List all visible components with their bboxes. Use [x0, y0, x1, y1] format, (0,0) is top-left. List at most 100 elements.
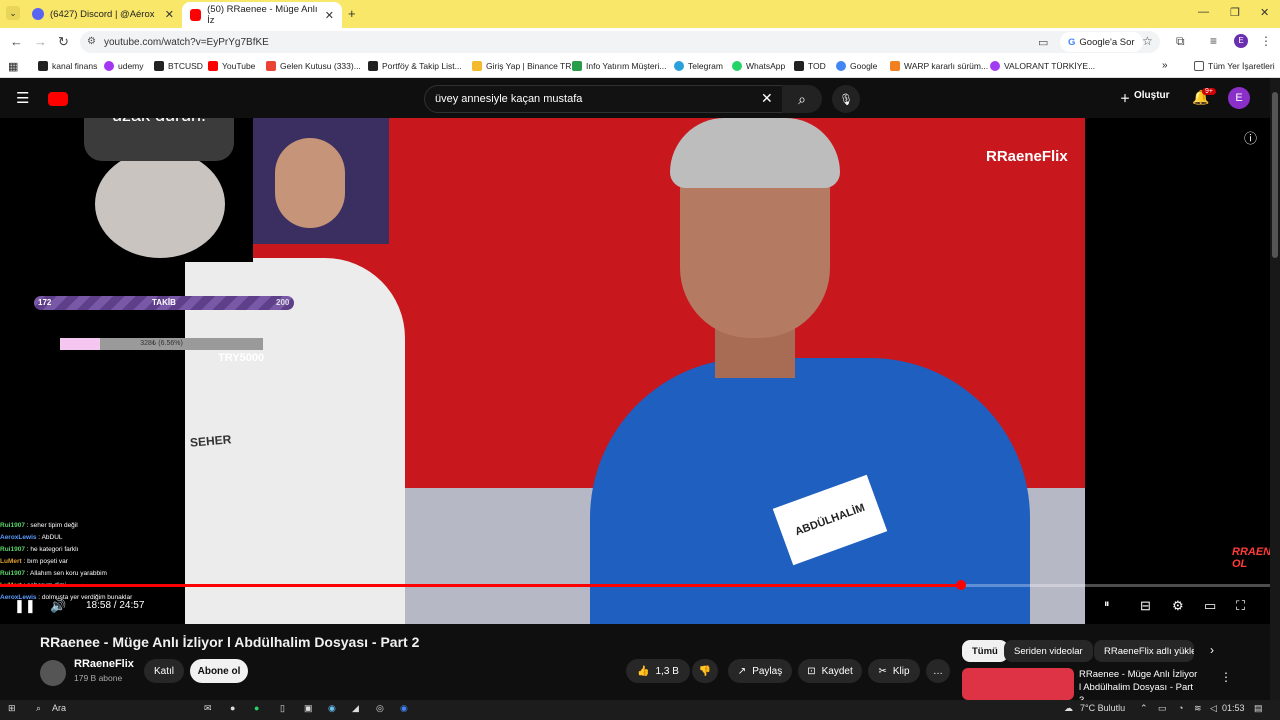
clip-button[interactable]: ✂ Klip	[868, 659, 920, 683]
new-tab-icon[interactable]: +	[348, 6, 356, 21]
whatsapp-icon[interactable]: ●	[254, 703, 259, 713]
channel-avatar[interactable]	[40, 660, 66, 686]
save-button[interactable]: ⊡ Kaydet	[798, 659, 862, 683]
bookmark-icon	[104, 61, 114, 71]
restore-icon[interactable]: ❐	[1230, 6, 1240, 19]
reading-list-icon[interactable]: ≡	[1210, 34, 1217, 48]
bookmark-item[interactable]: Gelen Kutusu (333)...	[266, 61, 361, 71]
tab-youtube[interactable]: (50) RRaenee - Müge Anlı İz ✕	[182, 2, 342, 28]
recommended-thumbnail[interactable]	[962, 668, 1074, 700]
app-icon[interactable]: ●	[230, 703, 235, 713]
minimize-icon[interactable]: —	[1198, 6, 1209, 18]
chat-username: AeroxLewis	[0, 534, 37, 541]
bookmark-item[interactable]: WARP kararlı sürüm...	[890, 61, 988, 71]
taskbar-search-icon[interactable]: ⌕	[36, 703, 41, 714]
notifications-icon[interactable]: ▤	[1254, 703, 1263, 714]
info-icon[interactable]: ⓘ	[1244, 128, 1257, 147]
bookmark-item[interactable]: Info Yatırım Müşteri...	[572, 61, 666, 71]
like-button[interactable]: 👍 1,3 B	[626, 659, 690, 683]
bookmark-item[interactable]: Giriş Yap | Binance TR	[472, 61, 571, 71]
google-ask-button[interactable]: G Google'a Sor	[1060, 32, 1143, 52]
bookmark-item[interactable]: VALORANT TÜRKİYE...	[990, 61, 1095, 71]
reload-icon[interactable]: ↻	[58, 34, 69, 50]
site-info-icon[interactable]: ⚙	[87, 36, 96, 47]
steam-icon[interactable]: ◉	[328, 703, 336, 714]
app-icon[interactable]: ◢	[352, 703, 359, 714]
chat-username: Rui1907	[0, 522, 25, 529]
back-icon[interactable]: ←	[10, 34, 23, 49]
progress-played	[0, 584, 962, 587]
menu-icon[interactable]: ☰	[16, 89, 29, 107]
share-button[interactable]: ↗ Paylaş	[728, 659, 792, 683]
file-icon[interactable]: ▯	[280, 703, 285, 714]
chevron-right-icon[interactable]: ›	[1210, 643, 1214, 657]
tray-icon[interactable]: ▭	[1158, 703, 1167, 714]
mail-icon[interactable]: ✉	[204, 703, 212, 714]
more-menu-icon[interactable]: ⋮	[1260, 34, 1272, 48]
close-icon[interactable]: ✕	[165, 8, 174, 21]
tray-chevron-icon[interactable]: ⌃	[1140, 703, 1148, 714]
tab-discord[interactable]: (6427) Discord | @Aérox ✕	[24, 2, 182, 26]
video-player[interactable]: ABDÜLHALİM SEHER RRaeneFlix Çorumluyuz a…	[0, 118, 1270, 624]
bookmark-item[interactable]: Portföy & Takip List...	[368, 61, 462, 71]
clear-icon[interactable]: ✕	[761, 90, 773, 107]
bookmark-item[interactable]: BTCUSD	[154, 61, 203, 71]
bookmark-item[interactable]: Google	[836, 61, 877, 71]
search-button[interactable]: ⌕	[782, 85, 822, 113]
more-icon[interactable]: ⋮	[1220, 670, 1232, 684]
search-input[interactable]: üvey annesiyle kaçan mustafa ✕	[424, 85, 790, 113]
windows-start-icon[interactable]: ⊞	[8, 703, 16, 714]
speaker-icon[interactable]: ◁	[1210, 703, 1217, 714]
youtube-icon	[190, 9, 202, 21]
share-icon: ↗	[737, 665, 747, 677]
chat-text: AbDUL	[41, 534, 63, 541]
app-icon[interactable]: ◎	[376, 703, 384, 714]
scrollbar-thumb[interactable]	[1272, 92, 1278, 258]
taskbar-search-label[interactable]: Ara	[52, 703, 66, 713]
avatar[interactable]: E	[1228, 87, 1250, 109]
chrome-icon[interactable]: ◉	[400, 703, 408, 714]
chip-series[interactable]: Seriden videolar	[1004, 640, 1093, 662]
pause-icon[interactable]: ❚❚	[14, 598, 36, 614]
settings-icon[interactable]: ⚙	[1172, 598, 1184, 614]
volume-icon[interactable]: 🔊	[50, 598, 66, 614]
dislike-button[interactable]: 👎	[692, 659, 718, 683]
close-icon[interactable]: ✕	[325, 9, 334, 22]
plus-icon: ＋	[1120, 94, 1130, 105]
bookmark-item[interactable]: TOD	[794, 61, 826, 71]
bookmark-icon	[266, 61, 276, 71]
voice-search-button[interactable]: 🎙	[832, 85, 860, 113]
window-close-icon[interactable]: ✕	[1260, 6, 1269, 19]
more-bookmarks-icon[interactable]: »	[1162, 60, 1168, 71]
subscribe-button[interactable]: Abone ol	[190, 659, 248, 683]
more-actions-button[interactable]: …	[926, 659, 950, 683]
fullscreen-icon[interactable]: ⛶	[1236, 598, 1245, 614]
bookmark-item[interactable]: YouTube	[208, 61, 255, 71]
tab-menu-icon[interactable]: ⌄	[6, 6, 20, 20]
profile-avatar[interactable]: E	[1234, 34, 1248, 48]
forward-icon[interactable]: →	[34, 34, 47, 49]
apps-grid-icon[interactable]: ▦	[8, 60, 18, 73]
subtitles-icon[interactable]: ⊟	[1140, 598, 1151, 614]
bookmark-label: Google	[850, 61, 878, 71]
youtube-logo[interactable]	[48, 92, 68, 106]
create-button[interactable]: ＋ Oluştur	[1120, 90, 1170, 105]
channel-name[interactable]: RRaeneFlix	[74, 658, 134, 670]
bookmark-item[interactable]: kanal finans	[38, 61, 97, 71]
bookmark-item[interactable]: udemy	[104, 61, 144, 71]
chip-all[interactable]: Tümü	[962, 640, 1008, 662]
url-field[interactable]: ⚙ youtube.com/watch?v=EyPrYg7BfKE	[80, 31, 1160, 53]
extensions-icon[interactable]: ⧉	[1176, 34, 1185, 49]
autoplay-toggle[interactable]: ⏸	[1104, 598, 1110, 611]
bookmark-item[interactable]: WhatsApp	[732, 61, 785, 71]
terminal-icon[interactable]: ▣	[304, 703, 313, 714]
bookmark-star-icon[interactable]: ☆	[1142, 34, 1153, 48]
cast-icon[interactable]: ▭	[1038, 36, 1048, 49]
theater-icon[interactable]: ▭	[1204, 598, 1216, 614]
bookmark-item[interactable]: Telegram	[674, 61, 723, 71]
chip-channel[interactable]: RRaeneFlix adlı yükle	[1094, 640, 1194, 662]
join-button[interactable]: Katıl	[144, 659, 184, 683]
network-icon[interactable]: ◔	[1178, 703, 1183, 713]
wifi-icon[interactable]: ≋	[1194, 703, 1202, 714]
all-bookmarks[interactable]: Tüm Yer İşaretleri	[1194, 61, 1275, 71]
